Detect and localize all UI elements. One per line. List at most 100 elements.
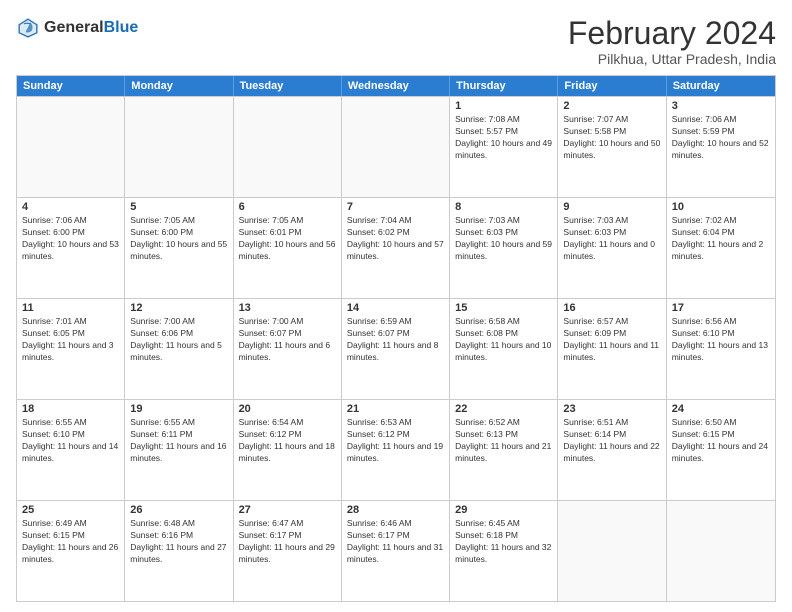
sunrise-label: Sunrise: 6:55 AM [22,417,87,427]
sunset-label: Sunset: 6:07 PM [347,328,410,338]
cell-day-number: 11 [22,302,119,314]
sunset-label: Sunset: 6:00 PM [22,227,85,237]
cell-info: Sunrise: 6:57 AM Sunset: 6:09 PM Dayligh… [563,316,660,364]
cell-day-number: 12 [130,302,227,314]
cal-cell: 11 Sunrise: 7:01 AM Sunset: 6:05 PM Dayl… [17,299,125,399]
cal-row-4: 25 Sunrise: 6:49 AM Sunset: 6:15 PM Dayl… [17,500,775,601]
calendar-header: Sunday Monday Tuesday Wednesday Thursday… [17,76,775,96]
cal-row-2: 11 Sunrise: 7:01 AM Sunset: 6:05 PM Dayl… [17,298,775,399]
sunset-label: Sunset: 6:09 PM [563,328,626,338]
sunrise-label: Sunrise: 6:58 AM [455,316,520,326]
sunset-label: Sunset: 6:00 PM [130,227,193,237]
sunset-label: Sunset: 6:03 PM [455,227,518,237]
sunrise-label: Sunrise: 7:05 AM [130,215,195,225]
cell-day-number: 28 [347,504,444,516]
daylight-label: Daylight: 11 hours and 29 minutes. [239,542,335,564]
sunset-label: Sunset: 6:12 PM [347,429,410,439]
cell-day-number: 7 [347,201,444,213]
daylight-label: Daylight: 11 hours and 6 minutes. [239,340,331,362]
daylight-label: Daylight: 11 hours and 8 minutes. [347,340,439,362]
cell-day-number: 6 [239,201,336,213]
cell-day-number: 18 [22,403,119,415]
cal-row-0: 1 Sunrise: 7:08 AM Sunset: 5:57 PM Dayli… [17,96,775,197]
sunset-label: Sunset: 6:04 PM [672,227,735,237]
cell-info: Sunrise: 7:05 AM Sunset: 6:01 PM Dayligh… [239,215,336,263]
cell-info: Sunrise: 7:03 AM Sunset: 6:03 PM Dayligh… [563,215,660,263]
sunset-label: Sunset: 5:57 PM [455,126,518,136]
daylight-label: Daylight: 11 hours and 14 minutes. [22,441,118,463]
sunset-label: Sunset: 6:15 PM [22,530,85,540]
cell-info: Sunrise: 6:58 AM Sunset: 6:08 PM Dayligh… [455,316,552,364]
sunrise-label: Sunrise: 6:56 AM [672,316,737,326]
cal-cell: 22 Sunrise: 6:52 AM Sunset: 6:13 PM Dayl… [450,400,558,500]
logo-blue: Blue [104,19,139,36]
cell-day-number: 1 [455,100,552,112]
cal-row-3: 18 Sunrise: 6:55 AM Sunset: 6:10 PM Dayl… [17,399,775,500]
cell-info: Sunrise: 6:55 AM Sunset: 6:10 PM Dayligh… [22,417,119,465]
cell-day-number: 25 [22,504,119,516]
sunset-label: Sunset: 6:06 PM [130,328,193,338]
cal-cell: 26 Sunrise: 6:48 AM Sunset: 6:16 PM Dayl… [125,501,233,601]
cal-cell: 23 Sunrise: 6:51 AM Sunset: 6:14 PM Dayl… [558,400,666,500]
daylight-label: Daylight: 11 hours and 11 minutes. [563,340,659,362]
sunrise-label: Sunrise: 6:55 AM [130,417,195,427]
cal-cell: 29 Sunrise: 6:45 AM Sunset: 6:18 PM Dayl… [450,501,558,601]
cal-cell: 28 Sunrise: 6:46 AM Sunset: 6:17 PM Dayl… [342,501,450,601]
daylight-label: Daylight: 10 hours and 59 minutes. [455,239,552,261]
cal-cell: 5 Sunrise: 7:05 AM Sunset: 6:00 PM Dayli… [125,198,233,298]
cal-cell: 2 Sunrise: 7:07 AM Sunset: 5:58 PM Dayli… [558,97,666,197]
sunset-label: Sunset: 6:16 PM [130,530,193,540]
cell-info: Sunrise: 6:45 AM Sunset: 6:18 PM Dayligh… [455,518,552,566]
cal-cell [125,97,233,197]
cell-info: Sunrise: 7:02 AM Sunset: 6:04 PM Dayligh… [672,215,770,263]
header-saturday: Saturday [667,76,775,96]
sunrise-label: Sunrise: 7:02 AM [672,215,737,225]
cell-info: Sunrise: 7:08 AM Sunset: 5:57 PM Dayligh… [455,114,552,162]
daylight-label: Daylight: 11 hours and 21 minutes. [455,441,551,463]
cell-info: Sunrise: 6:51 AM Sunset: 6:14 PM Dayligh… [563,417,660,465]
logo-general: General [44,19,104,36]
cal-cell: 19 Sunrise: 6:55 AM Sunset: 6:11 PM Dayl… [125,400,233,500]
sunset-label: Sunset: 6:02 PM [347,227,410,237]
daylight-label: Daylight: 11 hours and 27 minutes. [130,542,226,564]
sunset-label: Sunset: 6:10 PM [672,328,735,338]
daylight-label: Daylight: 10 hours and 49 minutes. [455,138,552,160]
daylight-label: Daylight: 11 hours and 26 minutes. [22,542,118,564]
cal-cell: 3 Sunrise: 7:06 AM Sunset: 5:59 PM Dayli… [667,97,775,197]
sunset-label: Sunset: 6:03 PM [563,227,626,237]
daylight-label: Daylight: 11 hours and 24 minutes. [672,441,768,463]
cal-cell: 14 Sunrise: 6:59 AM Sunset: 6:07 PM Dayl… [342,299,450,399]
daylight-label: Daylight: 11 hours and 31 minutes. [347,542,443,564]
header-wednesday: Wednesday [342,76,450,96]
cell-day-number: 16 [563,302,660,314]
sunset-label: Sunset: 6:13 PM [455,429,518,439]
cell-info: Sunrise: 6:47 AM Sunset: 6:17 PM Dayligh… [239,518,336,566]
daylight-label: Daylight: 11 hours and 19 minutes. [347,441,443,463]
sunset-label: Sunset: 6:08 PM [455,328,518,338]
sunrise-label: Sunrise: 6:48 AM [130,518,195,528]
sunrise-label: Sunrise: 7:06 AM [22,215,87,225]
daylight-label: Daylight: 11 hours and 10 minutes. [455,340,551,362]
cal-cell [17,97,125,197]
cal-cell: 20 Sunrise: 6:54 AM Sunset: 6:12 PM Dayl… [234,400,342,500]
sunrise-label: Sunrise: 6:50 AM [672,417,737,427]
daylight-label: Daylight: 11 hours and 32 minutes. [455,542,551,564]
cell-day-number: 5 [130,201,227,213]
cal-cell [558,501,666,601]
daylight-label: Daylight: 10 hours and 55 minutes. [130,239,227,261]
cell-info: Sunrise: 7:01 AM Sunset: 6:05 PM Dayligh… [22,316,119,364]
sunrise-label: Sunrise: 7:00 AM [239,316,304,326]
sunset-label: Sunset: 6:18 PM [455,530,518,540]
cell-info: Sunrise: 6:53 AM Sunset: 6:12 PM Dayligh… [347,417,444,465]
daylight-label: Daylight: 10 hours and 57 minutes. [347,239,444,261]
sunrise-label: Sunrise: 6:59 AM [347,316,412,326]
cell-day-number: 26 [130,504,227,516]
cell-day-number: 17 [672,302,770,314]
sunrise-label: Sunrise: 6:53 AM [347,417,412,427]
cal-cell: 16 Sunrise: 6:57 AM Sunset: 6:09 PM Dayl… [558,299,666,399]
cal-cell: 18 Sunrise: 6:55 AM Sunset: 6:10 PM Dayl… [17,400,125,500]
sunset-label: Sunset: 6:12 PM [239,429,302,439]
cell-info: Sunrise: 7:06 AM Sunset: 6:00 PM Dayligh… [22,215,119,263]
cell-day-number: 4 [22,201,119,213]
cell-day-number: 24 [672,403,770,415]
